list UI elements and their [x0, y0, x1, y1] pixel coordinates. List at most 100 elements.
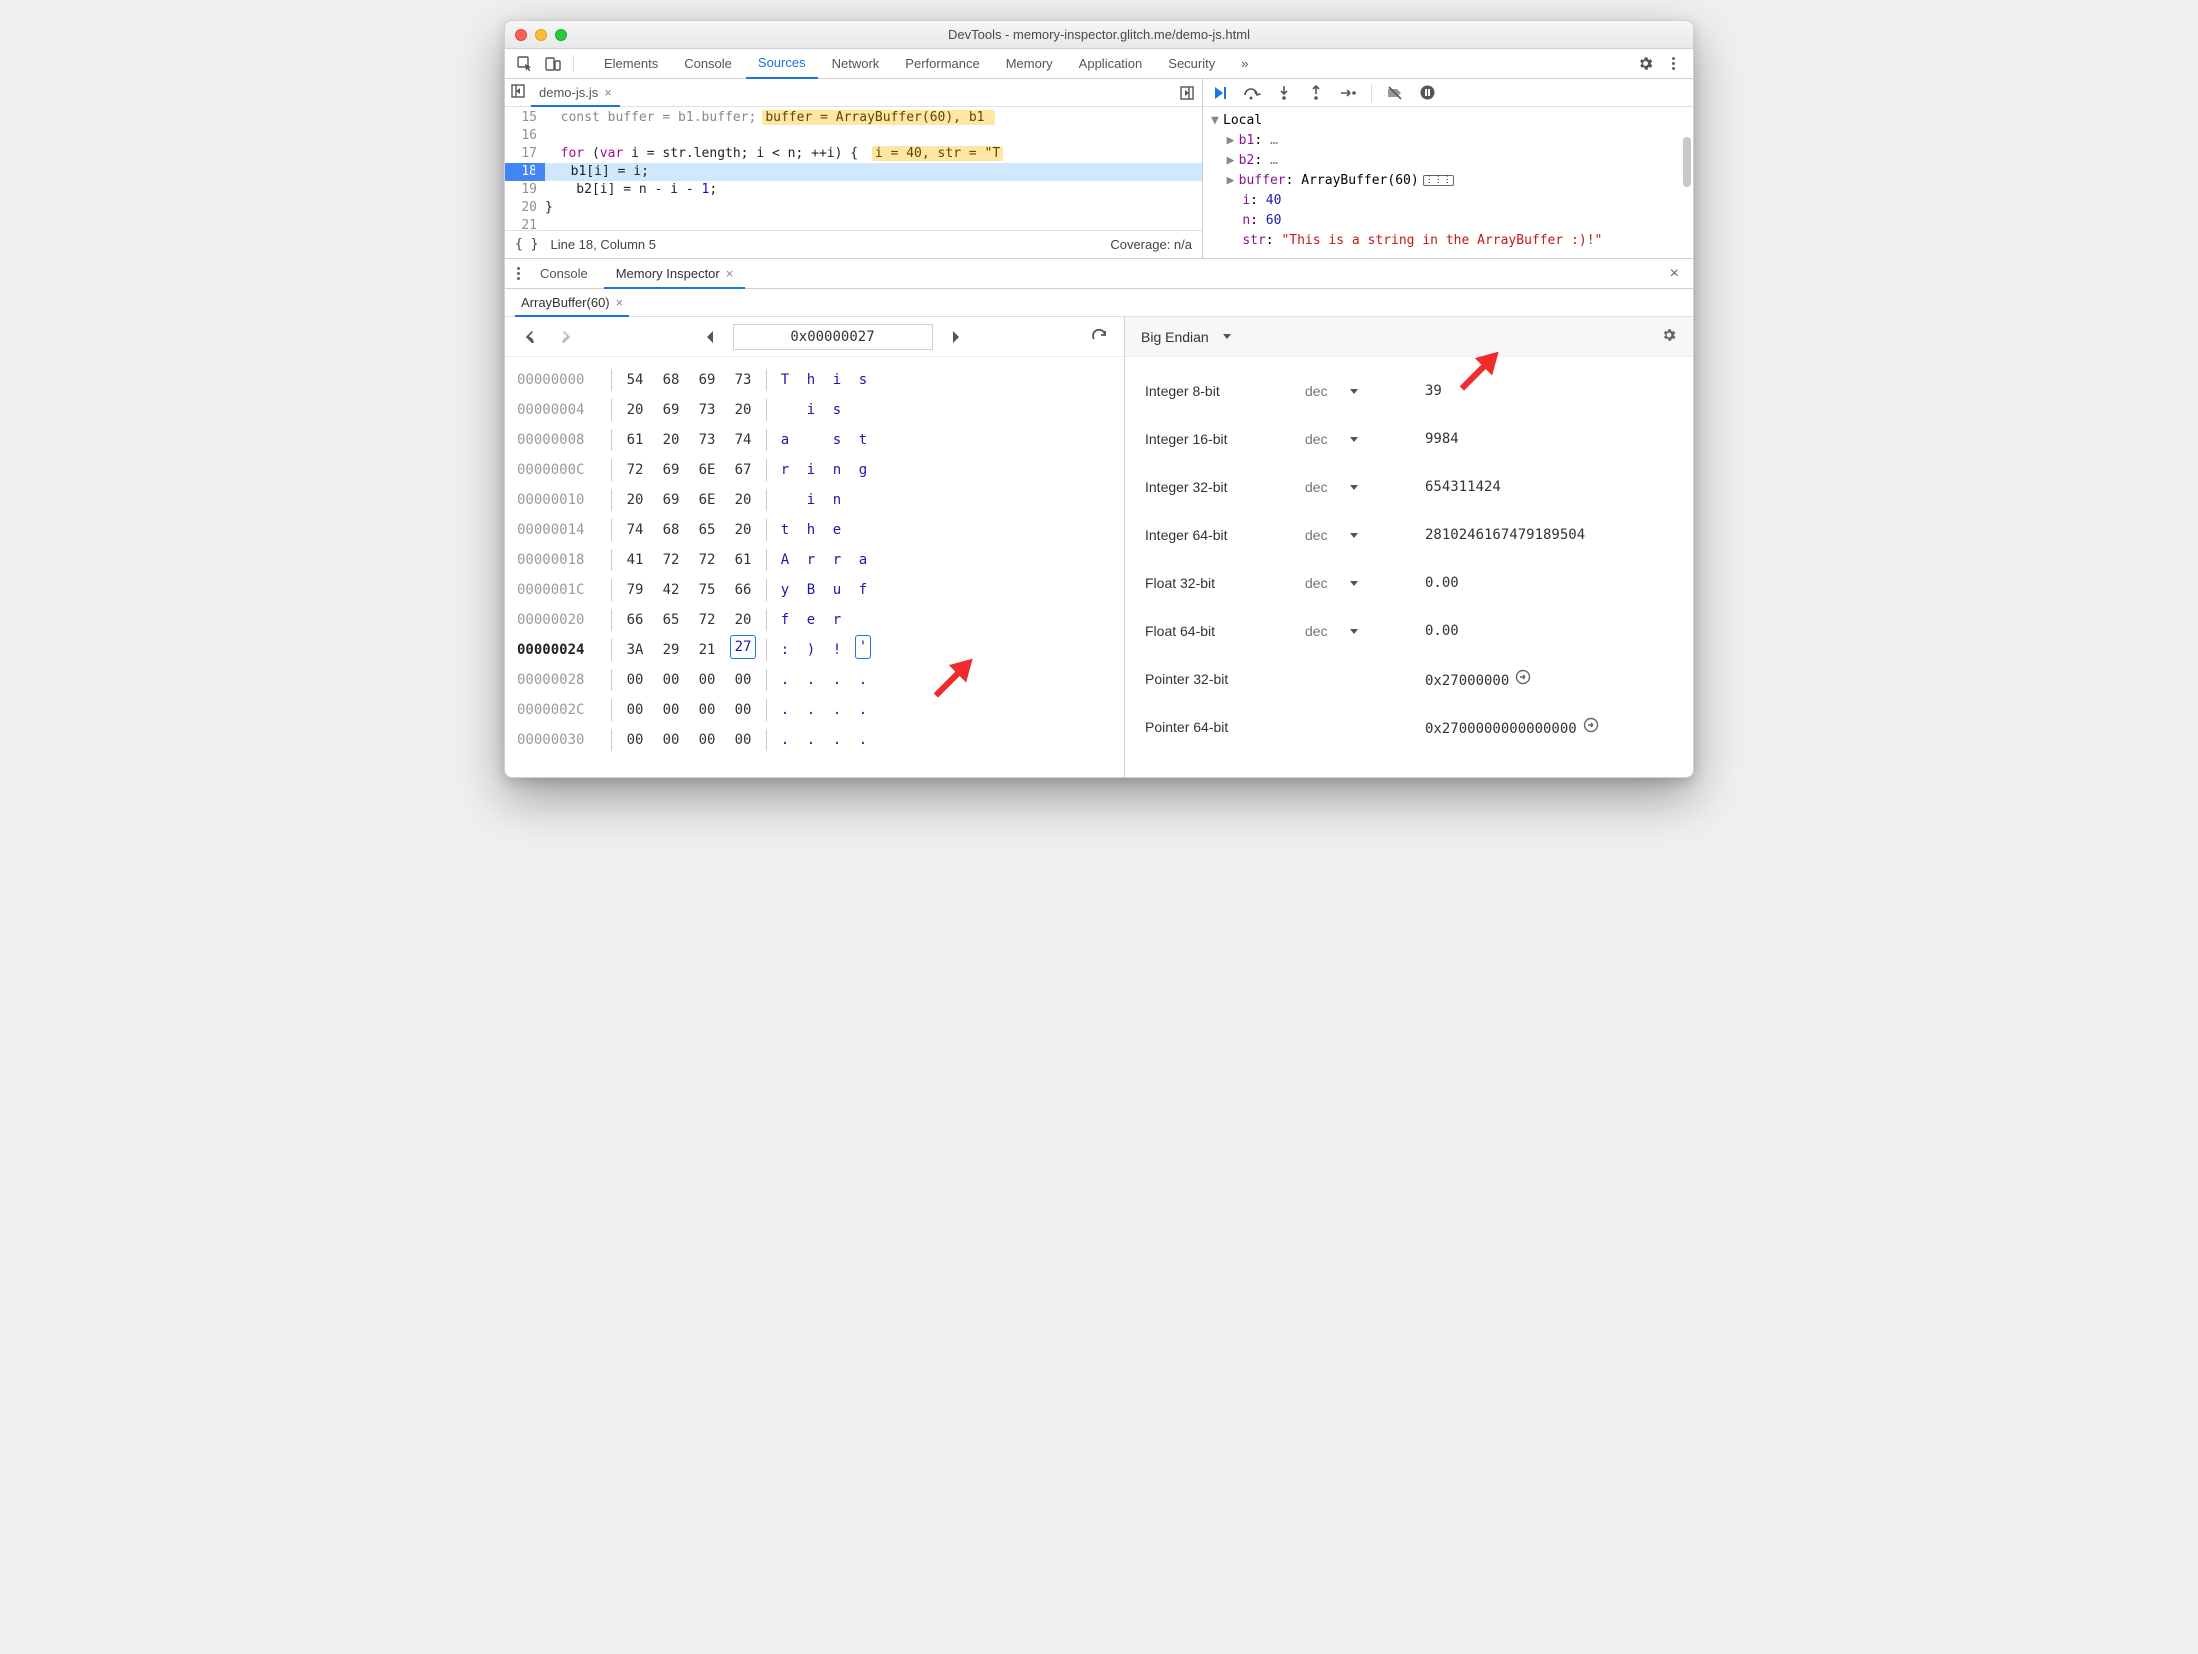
ascii-char[interactable]: . — [855, 695, 871, 725]
value-format-select[interactable]: dec — [1305, 623, 1425, 639]
file-tab-demo-js[interactable]: demo-js.js × — [531, 80, 620, 107]
hex-byte[interactable]: 73 — [694, 425, 720, 455]
ascii-char[interactable]: . — [829, 695, 845, 725]
ascii-char[interactable]: t — [855, 425, 871, 455]
ascii-char[interactable]: ! — [829, 635, 845, 665]
address-input[interactable] — [733, 324, 933, 350]
hex-byte[interactable]: 00 — [658, 695, 684, 725]
endianness-select[interactable]: Big Endian — [1141, 329, 1231, 345]
hex-row[interactable]: 0000000054686973This — [517, 365, 1112, 395]
reveal-in-memory-icon[interactable]: ⋮⋮⋮ — [1423, 175, 1454, 186]
tab-memory[interactable]: Memory — [994, 49, 1065, 79]
hex-byte[interactable]: 69 — [658, 485, 684, 515]
scope-item-n[interactable]: n: 60 — [1211, 211, 1685, 231]
ascii-char[interactable]: A — [777, 545, 793, 575]
hex-byte[interactable]: 20 — [658, 425, 684, 455]
tab-network[interactable]: Network — [820, 49, 892, 79]
hex-byte[interactable]: 73 — [694, 395, 720, 425]
hex-row[interactable]: 0000002800000000.... — [517, 665, 1112, 695]
line-number[interactable]: 20 — [505, 199, 545, 217]
hex-row[interactable]: 0000002066657220fer — [517, 605, 1112, 635]
ascii-char[interactable]: i — [803, 455, 819, 485]
hex-byte[interactable]: 21 — [694, 635, 720, 665]
ascii-char[interactable]: r — [777, 455, 793, 485]
tab-overflow[interactable]: » — [1229, 49, 1260, 79]
ascii-char[interactable]: h — [803, 365, 819, 395]
hex-byte[interactable]: 74 — [730, 425, 756, 455]
hex-byte[interactable]: 66 — [730, 575, 756, 605]
close-drawer-icon[interactable]: × — [1664, 265, 1685, 283]
ascii-char[interactable]: g — [855, 455, 871, 485]
ascii-char[interactable]: : — [777, 635, 793, 665]
ascii-char[interactable]: . — [803, 695, 819, 725]
tab-security[interactable]: Security — [1156, 49, 1227, 79]
hex-byte[interactable]: 00 — [694, 665, 720, 695]
refresh-icon[interactable] — [1086, 324, 1112, 350]
hex-byte[interactable]: 6E — [694, 455, 720, 485]
hex-byte[interactable]: 00 — [730, 665, 756, 695]
ascii-char[interactable]: . — [829, 665, 845, 695]
ascii-char[interactable]: . — [777, 725, 793, 755]
pause-on-exceptions-icon[interactable] — [1418, 84, 1436, 102]
step-into-icon[interactable] — [1275, 84, 1293, 102]
line-number[interactable]: 16 — [505, 127, 545, 145]
hex-row[interactable]: 0000003000000000.... — [517, 725, 1112, 755]
settings-gear-icon[interactable] — [1633, 52, 1657, 76]
ascii-char[interactable]: . — [855, 665, 871, 695]
ascii-char[interactable]: n — [829, 455, 845, 485]
hex-byte[interactable]: 20 — [622, 395, 648, 425]
ascii-char[interactable]: h — [803, 515, 819, 545]
hex-table[interactable]: 0000000054686973This0000000420697320 is … — [505, 357, 1124, 777]
ascii-char[interactable] — [855, 485, 871, 515]
hex-byte[interactable]: 79 — [622, 575, 648, 605]
tab-sources[interactable]: Sources — [746, 49, 818, 79]
tab-console[interactable]: Console — [672, 49, 744, 79]
resume-icon[interactable] — [1211, 84, 1229, 102]
value-settings-gear-icon[interactable] — [1661, 327, 1677, 346]
hex-byte[interactable]: 65 — [658, 605, 684, 635]
memory-tab-arraybuffer[interactable]: ArrayBuffer(60) × — [515, 289, 629, 317]
hex-byte[interactable]: 00 — [658, 665, 684, 695]
ascii-char[interactable]: i — [829, 365, 845, 395]
hex-byte[interactable]: 61 — [622, 425, 648, 455]
hex-row[interactable]: 0000001C79427566yBuf — [517, 575, 1112, 605]
hex-row[interactable]: 0000001474686520the — [517, 515, 1112, 545]
ascii-char[interactable]: f — [777, 605, 793, 635]
hex-row[interactable]: 0000001841727261Arra — [517, 545, 1112, 575]
address-prev-icon[interactable] — [697, 324, 723, 350]
device-toolbar-icon[interactable] — [541, 52, 565, 76]
line-number[interactable]: 17 — [505, 145, 545, 163]
history-back-icon[interactable] — [517, 324, 543, 350]
close-drawer-tab-icon[interactable]: × — [726, 266, 734, 281]
ascii-char[interactable]: r — [829, 605, 845, 635]
line-number[interactable]: 15 — [505, 109, 545, 127]
vertical-scrollbar[interactable] — [1683, 137, 1691, 187]
hex-byte[interactable]: 69 — [658, 455, 684, 485]
hex-byte[interactable]: 75 — [694, 575, 720, 605]
hex-row[interactable]: 0000002C00000000.... — [517, 695, 1112, 725]
ascii-char[interactable] — [855, 515, 871, 545]
scope-item-b1[interactable]: ▶b1: … — [1211, 131, 1685, 151]
address-next-icon[interactable] — [943, 324, 969, 350]
close-file-tab-icon[interactable]: × — [604, 85, 612, 100]
hex-byte[interactable]: 42 — [658, 575, 684, 605]
hex-byte[interactable]: 68 — [658, 365, 684, 395]
scope-local-header[interactable]: ▼Local — [1211, 111, 1685, 131]
hex-byte[interactable]: 65 — [694, 515, 720, 545]
tab-performance[interactable]: Performance — [893, 49, 991, 79]
ascii-char[interactable]: s — [855, 365, 871, 395]
ascii-char[interactable]: r — [829, 545, 845, 575]
hex-byte[interactable]: 74 — [622, 515, 648, 545]
line-number[interactable]: 21 — [505, 217, 545, 230]
scope-item-i[interactable]: i: 40 — [1211, 191, 1685, 211]
scope-item-str[interactable]: str: "This is a string in the ArrayBuffe… — [1211, 231, 1685, 251]
ascii-char[interactable]: f — [855, 575, 871, 605]
hex-byte[interactable]: 00 — [730, 725, 756, 755]
hex-row[interactable]: 0000000C72696E67ring — [517, 455, 1112, 485]
ascii-char[interactable]: a — [777, 425, 793, 455]
ascii-char[interactable]: T — [777, 365, 793, 395]
ascii-char[interactable] — [777, 485, 793, 515]
close-memory-tab-icon[interactable]: × — [616, 295, 624, 310]
hex-byte[interactable]: 00 — [730, 695, 756, 725]
ascii-char[interactable]: y — [777, 575, 793, 605]
